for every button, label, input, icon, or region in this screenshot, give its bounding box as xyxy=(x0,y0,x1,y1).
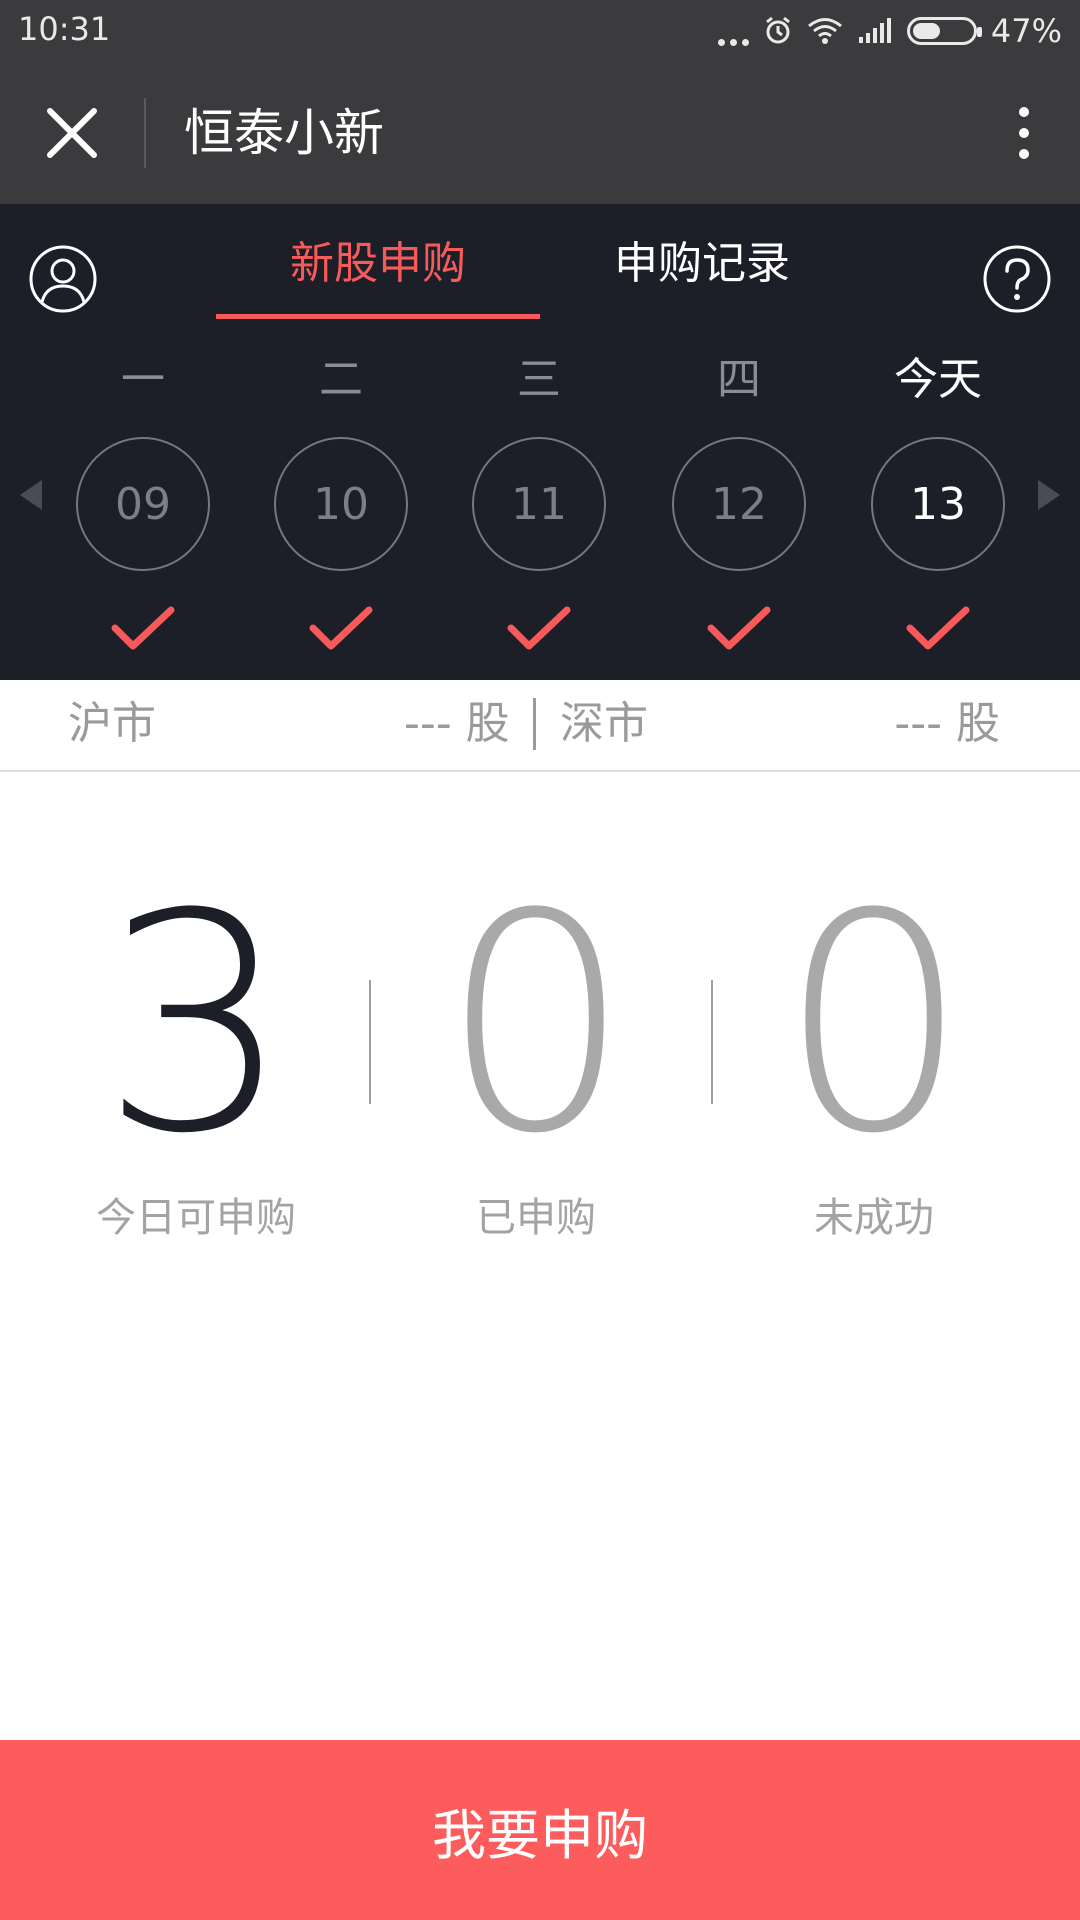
subscription-stats: 3 0 0 今日可申购 已申购 未成功 xyxy=(0,850,1080,1260)
title-divider xyxy=(144,98,146,168)
wifi-icon xyxy=(807,18,842,44)
tab-new-ipo[interactable]: 新股申购 xyxy=(216,234,540,294)
date-button[interactable]: 10 xyxy=(274,437,408,571)
stat-divider xyxy=(369,980,371,1104)
weekday-label: 一 xyxy=(121,354,165,405)
market-divider xyxy=(533,698,536,750)
subscribed-label: 已申购 xyxy=(476,1195,596,1241)
subscribed-count: 0 xyxy=(440,850,632,1199)
tab-subscription-records[interactable]: 申购记录 xyxy=(540,234,864,294)
active-tab-indicator xyxy=(216,314,540,319)
signal-icon xyxy=(858,18,891,43)
date-button[interactable]: 12 xyxy=(672,437,806,571)
more-dot-icon xyxy=(1019,107,1029,117)
status-time: 10:31 xyxy=(18,10,111,48)
question-icon xyxy=(983,245,1051,313)
close-icon xyxy=(47,108,97,158)
stat-divider xyxy=(711,980,713,1104)
available-label: 今日可申购 xyxy=(96,1195,296,1241)
user-icon xyxy=(29,245,97,313)
weekday-label-today: 今天 xyxy=(894,354,982,405)
more-dot-icon xyxy=(1019,149,1029,159)
weekday-label: 二 xyxy=(319,354,363,405)
more-dot-icon xyxy=(1019,128,1029,138)
date-button[interactable]: 11 xyxy=(472,437,606,571)
ipo-header-panel: 新股申购 申购记录 一 二 三 四 今天 09 10 11 12 13 xyxy=(0,204,1080,680)
available-count: 3 xyxy=(100,850,292,1199)
failed-count: 0 xyxy=(778,850,970,1199)
check-icon xyxy=(111,606,175,650)
market-quota-bar: 沪市 --- 股 深市 --- 股 xyxy=(0,680,1080,772)
status-bar: 10:31 47% xyxy=(0,0,1080,62)
close-button[interactable] xyxy=(36,97,108,169)
more-notifications-icon xyxy=(717,16,749,46)
check-icon xyxy=(707,606,771,650)
alarm-icon xyxy=(765,16,790,44)
prev-week-arrow-icon[interactable] xyxy=(20,480,42,510)
more-menu-button[interactable] xyxy=(992,97,1056,169)
battery-percent: 47% xyxy=(990,12,1062,50)
weekday-label: 四 xyxy=(717,354,761,405)
check-icon xyxy=(507,606,571,650)
failed-label: 未成功 xyxy=(814,1195,934,1241)
shenzhen-quota-value: --- 股 xyxy=(894,698,1000,749)
status-icons: 47% xyxy=(717,8,1062,54)
check-icon xyxy=(906,606,970,650)
subscribe-button[interactable]: 我要申购 xyxy=(0,1740,1080,1920)
battery-icon xyxy=(906,17,982,45)
title-bar: 恒泰小新 xyxy=(0,62,1080,204)
next-week-arrow-icon[interactable] xyxy=(1038,480,1060,510)
help-button[interactable] xyxy=(982,244,1052,314)
weekday-label: 三 xyxy=(517,354,561,405)
date-button[interactable]: 09 xyxy=(76,437,210,571)
check-icon xyxy=(309,606,373,650)
shanghai-quota-value: --- 股 xyxy=(404,698,510,749)
shenzhen-market-label: 深市 xyxy=(560,698,648,749)
date-button-today[interactable]: 13 xyxy=(871,437,1005,571)
shanghai-market-label: 沪市 xyxy=(68,698,156,749)
page-title: 恒泰小新 xyxy=(184,104,384,162)
user-profile-button[interactable] xyxy=(28,244,98,314)
